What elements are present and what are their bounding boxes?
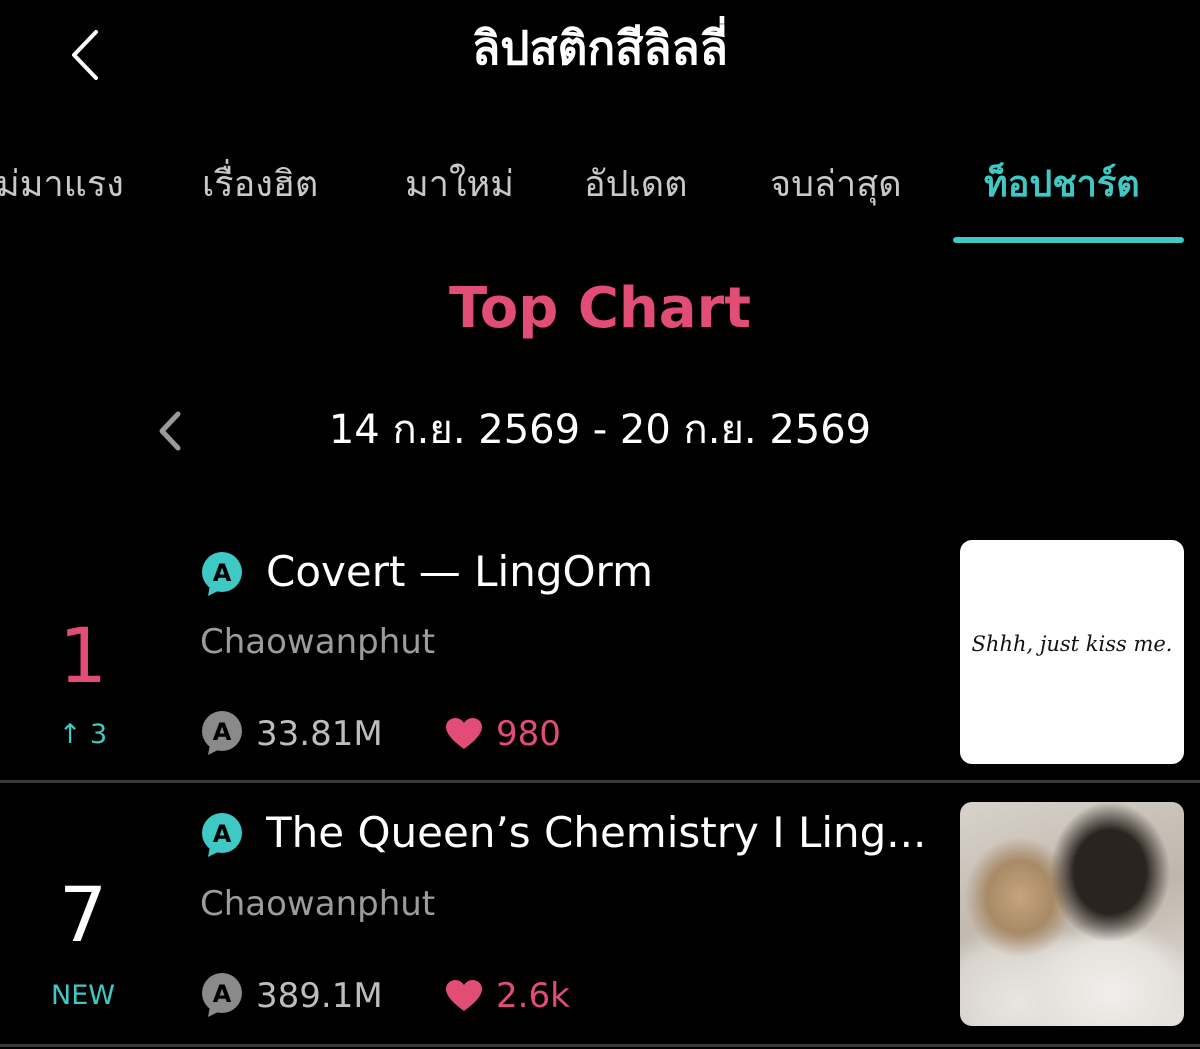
chart-title: Top Chart (449, 276, 751, 341)
rank-number: 7 (58, 870, 108, 959)
previous-week-button[interactable] (148, 402, 192, 460)
author-name: Chaowanphut (200, 622, 436, 662)
like-count: 980 (496, 714, 561, 754)
row-divider (0, 1044, 1200, 1047)
tab-top-chart[interactable]: ท็อปชาร์ต (984, 160, 1140, 210)
chevron-left-icon (159, 411, 181, 451)
a-badge-icon: A (202, 813, 242, 857)
row-divider (0, 780, 1200, 783)
list-item[interactable]: 1 ↑ 3 A Covert — LingOrm Chaowanphut A 3… (0, 535, 1200, 780)
date-range: 14 ก.ย. 2569 - 20 ก.ย. 2569 (328, 407, 872, 453)
svg-text:A: A (213, 559, 232, 587)
rank-change: NEW (51, 980, 115, 1011)
view-count: 33.81M (256, 714, 383, 754)
author-name: Chaowanphut (200, 884, 436, 924)
svg-text:A: A (213, 820, 232, 848)
rank-change: ↑ 3 (58, 719, 108, 750)
story-cover[interactable]: Shhh, just kiss me. (960, 540, 1184, 764)
app-header: ลิปสติกสีลิลลี่ (0, 0, 1200, 110)
views-icon: A (202, 973, 242, 1017)
heart-icon (446, 980, 482, 1011)
tab-hit[interactable]: เรื่องฮิต (202, 160, 318, 210)
a-badge-icon: A (202, 552, 242, 596)
story-title: Covert — LingOrm (266, 547, 654, 596)
list-item[interactable]: 7 NEW A The Queen’s Chemistry I Ling... … (0, 784, 1200, 1042)
tab-new[interactable]: มาใหม่ (405, 160, 514, 210)
category-tabs: ม่มาแรง เรื่องฮิต มาใหม่ อัปเดต จบล่าสุด… (0, 150, 1200, 250)
svg-text:A: A (213, 718, 232, 746)
tab-trending[interactable]: ม่มาแรง (0, 160, 124, 210)
cover-text: Shhh, just kiss me. (971, 632, 1173, 656)
svg-text:A: A (213, 980, 232, 1008)
heart-icon (446, 718, 482, 749)
views-icon: A (202, 711, 242, 755)
tab-updated[interactable]: อัปเดต (584, 160, 688, 210)
rank-number: 1 (58, 611, 108, 700)
story-cover[interactable] (960, 802, 1184, 1026)
active-tab-indicator (953, 237, 1184, 243)
tab-completed[interactable]: จบล่าสุด (770, 160, 902, 210)
page-title: ลิปสติกสีลิลลี่ (472, 21, 728, 75)
like-count: 2.6k (496, 976, 570, 1016)
view-count: 389.1M (256, 976, 383, 1016)
story-title: The Queen’s Chemistry I Ling... (266, 808, 927, 857)
